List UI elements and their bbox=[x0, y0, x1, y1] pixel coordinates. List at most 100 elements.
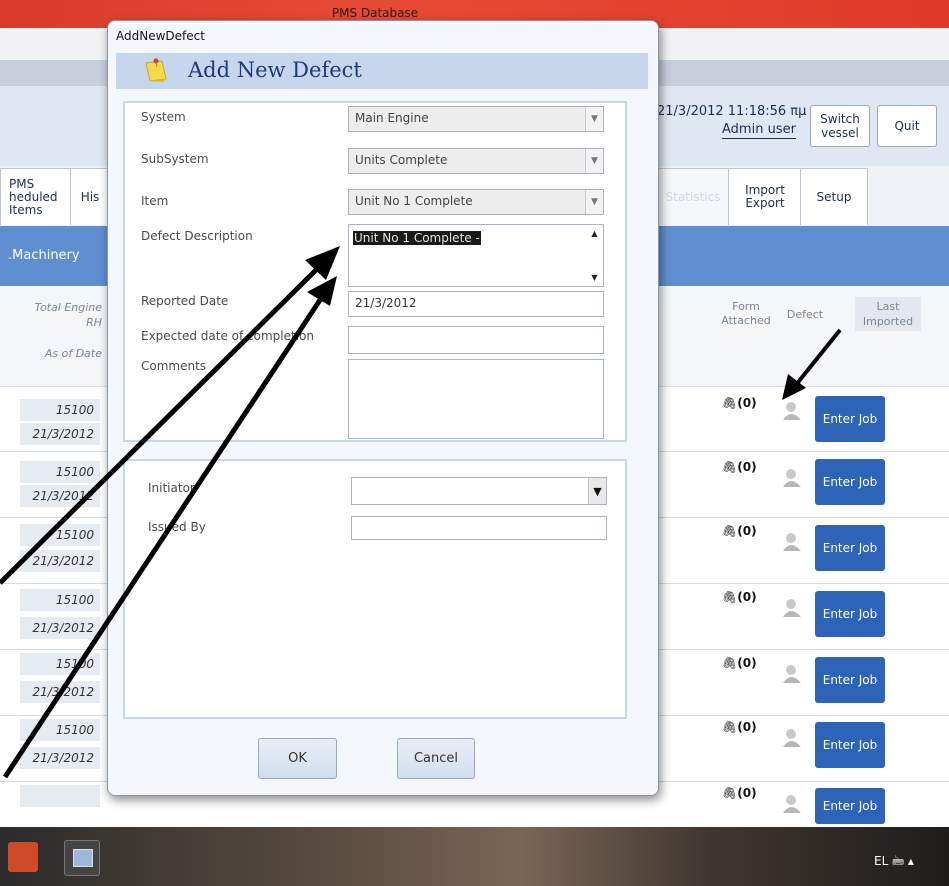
enter-job-button[interactable]: Enter Job bbox=[815, 788, 885, 824]
subsystem-dropdown[interactable]: Units Complete ▼ bbox=[348, 148, 604, 174]
tab-history[interactable]: His bbox=[70, 168, 110, 225]
language-indicator[interactable]: EL 🖮 ▴ bbox=[874, 852, 914, 873]
description-scrollbar[interactable]: ▲ ▼ bbox=[586, 225, 603, 286]
paperclip-icon: 🖇 bbox=[722, 524, 738, 538]
defect-icon[interactable] bbox=[780, 531, 806, 553]
attached-count: (0) bbox=[737, 656, 757, 670]
reported-date-input[interactable]: 21/3/2012 bbox=[348, 291, 604, 317]
defect-icon[interactable] bbox=[780, 467, 806, 489]
taskbar bbox=[0, 827, 949, 886]
tab-statistics[interactable]: Statistics bbox=[656, 168, 730, 225]
attached-count: (0) bbox=[737, 786, 757, 800]
enter-job-button[interactable]: Enter Job bbox=[815, 657, 885, 703]
tab-label: Import Export bbox=[745, 183, 785, 210]
item-dropdown[interactable]: Unit No 1 Complete ▼ bbox=[348, 189, 604, 215]
defect-icon[interactable] bbox=[780, 400, 806, 422]
form-attached-count[interactable]: 🖇(0) bbox=[722, 524, 757, 538]
paperclip-icon: 🖇 bbox=[722, 396, 738, 410]
table-cell-date: 21/3/2012 bbox=[20, 747, 100, 769]
paperclip-icon: 🖇 bbox=[722, 720, 738, 734]
enter-job-button[interactable]: Enter Job bbox=[815, 459, 885, 505]
chevron-down-icon[interactable]: ▼ bbox=[585, 107, 603, 131]
table-cell-rh: 15100 bbox=[20, 653, 100, 675]
language-label: EL bbox=[874, 854, 889, 868]
defect-icon[interactable] bbox=[780, 793, 806, 815]
cancel-label: Cancel bbox=[413, 751, 459, 766]
paperclip-icon: 🖇 bbox=[722, 590, 738, 604]
chevron-down-icon[interactable]: ▼ bbox=[585, 190, 603, 214]
attached-count: (0) bbox=[737, 460, 757, 474]
system-value: Main Engine bbox=[355, 111, 429, 125]
tab-label: Statistics bbox=[665, 189, 721, 204]
form-attached-count[interactable]: 🖇(0) bbox=[722, 786, 757, 800]
quit-button[interactable]: Quit bbox=[877, 105, 937, 147]
switch-vessel-button[interactable]: Switch vessel bbox=[810, 105, 870, 147]
attached-count: (0) bbox=[737, 396, 757, 410]
chevron-down-icon[interactable]: ▼ bbox=[588, 478, 606, 504]
form-attached-count[interactable]: 🖇(0) bbox=[722, 396, 757, 410]
initiator-dropdown[interactable]: ▼ bbox=[351, 477, 607, 505]
taskbar-window-icon[interactable] bbox=[64, 840, 100, 876]
window-thumbnail bbox=[73, 849, 93, 867]
column-last-imported-label: Last Imported bbox=[862, 300, 914, 328]
issued-by-input[interactable] bbox=[351, 516, 607, 540]
scroll-up-icon[interactable]: ▲ bbox=[586, 229, 603, 238]
form-attached-count[interactable]: 🖇(0) bbox=[722, 656, 757, 670]
subsystem-value: Units Complete bbox=[355, 153, 448, 167]
tab-setup[interactable]: Setup bbox=[800, 168, 868, 225]
table-cell-date: 21/3/2012 bbox=[20, 681, 100, 703]
cancel-button[interactable]: Cancel bbox=[397, 738, 475, 779]
comments-textarea[interactable] bbox=[348, 359, 604, 439]
tab-pms-scheduled-items[interactable]: PMS heduled Items bbox=[0, 168, 80, 225]
switch-vessel-label: Switch vessel bbox=[820, 112, 860, 140]
dialog-window-title: AddNewDefect bbox=[116, 29, 205, 43]
column-total-engine-rh: Total Engine RH bbox=[34, 301, 102, 329]
ok-button[interactable]: OK bbox=[258, 738, 337, 779]
enter-job-button[interactable]: Enter Job bbox=[815, 722, 885, 768]
attached-count: (0) bbox=[737, 720, 757, 734]
taskbar-app-icon[interactable] bbox=[8, 842, 38, 872]
tab-label: His bbox=[80, 189, 100, 204]
form-attached-count[interactable]: 🖇(0) bbox=[722, 720, 757, 734]
enter-job-label: Enter Job bbox=[822, 738, 878, 752]
paperclip-icon: 🖇 bbox=[722, 786, 738, 800]
table-cell-rh: 15100 bbox=[20, 524, 100, 546]
enter-job-button[interactable]: Enter Job bbox=[815, 525, 885, 571]
defect-icon[interactable] bbox=[780, 727, 806, 749]
column-form-attached: Form Attached bbox=[721, 300, 771, 327]
sticky-note-icon bbox=[145, 58, 167, 82]
tab-label: PMS heduled Items bbox=[9, 176, 58, 217]
table-cell-rh: 15100 bbox=[20, 589, 100, 611]
defect-description-value: Unit No 1 Complete - bbox=[353, 231, 481, 245]
current-user-link[interactable]: Admin user bbox=[722, 122, 796, 139]
defect-icon[interactable] bbox=[780, 597, 806, 619]
table-cell-rh: 15100 bbox=[20, 399, 100, 421]
table-cell-date: 21/3/2012 bbox=[20, 550, 100, 572]
enter-job-label: Enter Job bbox=[822, 475, 878, 489]
defect-icon[interactable] bbox=[780, 663, 806, 685]
expected-date-input[interactable] bbox=[348, 326, 604, 354]
enter-job-label: Enter Job bbox=[822, 607, 878, 621]
add-new-defect-dialog: AddNewDefect Add New Defect System Main … bbox=[107, 20, 659, 796]
column-last-imported: Last Imported bbox=[855, 297, 921, 331]
issued-by-label: Issued By bbox=[148, 520, 206, 534]
enter-job-label: Enter Job bbox=[822, 799, 878, 813]
column-as-of-date: As of Date bbox=[44, 347, 102, 360]
tab-import-export[interactable]: Import Export bbox=[728, 168, 802, 225]
enter-job-label: Enter Job bbox=[822, 541, 878, 555]
reported-date-value: 21/3/2012 bbox=[355, 296, 417, 310]
ok-label: OK bbox=[288, 751, 307, 766]
defect-description-textarea[interactable]: Unit No 1 Complete - ▲ ▼ bbox=[348, 224, 604, 287]
scroll-down-icon[interactable]: ▼ bbox=[586, 273, 603, 282]
enter-job-button[interactable]: Enter Job bbox=[815, 591, 885, 637]
item-label: Item bbox=[141, 194, 169, 208]
attached-count: (0) bbox=[737, 524, 757, 538]
system-dropdown[interactable]: Main Engine ▼ bbox=[348, 106, 604, 132]
paperclip-icon: 🖇 bbox=[722, 656, 738, 670]
form-attached-count[interactable]: 🖇(0) bbox=[722, 460, 757, 474]
enter-job-label: Enter Job bbox=[822, 673, 878, 687]
enter-job-button[interactable]: Enter Job bbox=[815, 396, 885, 442]
reported-date-label: Reported Date bbox=[141, 294, 229, 308]
chevron-down-icon[interactable]: ▼ bbox=[585, 149, 603, 173]
form-attached-count[interactable]: 🖇(0) bbox=[722, 590, 757, 604]
